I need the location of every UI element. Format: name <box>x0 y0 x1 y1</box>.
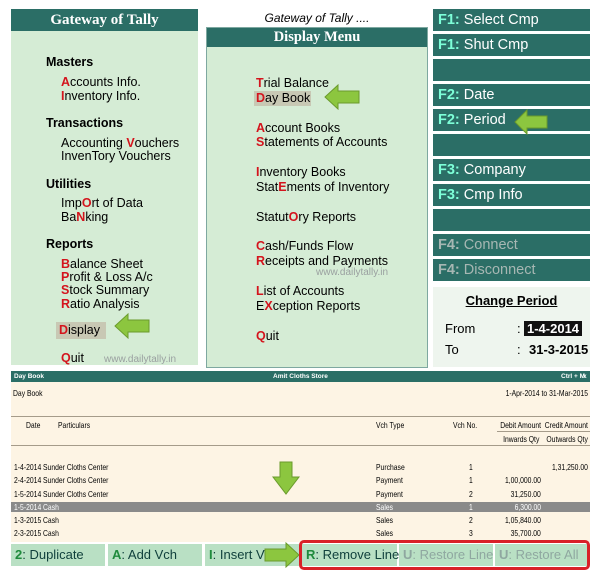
menu-list-of-accounts[interactable]: List of Accounts <box>256 284 344 298</box>
from-colon: : <box>517 321 521 336</box>
menu-balance-sheet[interactable]: Balance Sheet <box>61 257 143 271</box>
change-period-panel: Change Period From : 1-4-2014 To : 31-3-… <box>433 287 590 367</box>
company-info-button[interactable]: F3: Cmp Info <box>433 184 590 206</box>
blank-button <box>433 209 590 231</box>
date-button[interactable]: F2: Date <box>433 84 590 106</box>
col-particulars: Particulars <box>58 420 91 430</box>
divider <box>11 445 590 446</box>
divider <box>497 431 590 432</box>
menu-exception-reports[interactable]: EXception Reports <box>256 299 360 313</box>
col-vch-no: Vch No. <box>453 420 478 430</box>
from-date-field[interactable]: 1-4-2014 <box>524 321 583 336</box>
reports-heading: Reports <box>46 237 94 251</box>
display-menu-panel: Display Menu Trial Balance Day Book Acco… <box>206 27 428 368</box>
menu-statements-of-inventory[interactable]: StatEments of Inventory <box>256 180 389 194</box>
from-label: From <box>445 321 476 336</box>
masters-heading: Masters <box>46 55 94 69</box>
menu-inventory-info[interactable]: Inventory Info. <box>61 89 140 103</box>
menu-stock-summary[interactable]: Stock Summary <box>61 283 149 297</box>
utilities-heading: Utilities <box>46 177 92 191</box>
menu-profit-loss[interactable]: Profit & Loss A/c <box>61 270 153 284</box>
arrow-right-icon <box>264 542 300 568</box>
disconnect-button[interactable]: F4: Disconnect <box>433 259 590 281</box>
col-inwards-qty: Inwards Qty <box>502 434 539 444</box>
duplicate-button[interactable]: 2: Duplicate <box>11 544 105 566</box>
to-label: To <box>445 342 459 357</box>
menu-account-books[interactable]: Account Books <box>256 121 340 135</box>
menu-display[interactable]: Display <box>59 323 100 337</box>
col-outwards-qty: Outwards Qty <box>546 434 588 444</box>
col-date: Date <box>26 420 41 430</box>
transactions-heading: Transactions <box>46 116 124 130</box>
menu-ratio-analysis[interactable]: Ratio Analysis <box>61 297 140 311</box>
display-menu-header: Gateway of Tally .... <box>264 11 370 25</box>
menu-import-of-data[interactable]: ImpOrt of Data <box>61 196 143 210</box>
change-period-title: Change Period <box>465 293 558 308</box>
watermark: www.dailytally.in <box>104 354 177 365</box>
watermark: www.dailytally.in <box>316 267 389 278</box>
shortcut-label: Ctrl + M <box>561 373 586 380</box>
menu-quit[interactable]: Quit <box>61 351 84 365</box>
arrow-left-icon <box>324 84 360 110</box>
gateway-panel: Gateway of Tally Masters Accounts Info. … <box>11 9 198 365</box>
menu-accounts-info[interactable]: Accounts Info. <box>61 75 141 89</box>
shut-company-button[interactable]: F1: Shut Cmp <box>433 34 590 56</box>
menu-inventory-books[interactable]: Inventory Books <box>256 165 346 179</box>
daybook-report: Day Book 1-Apr-2014 to 31-Mar-2015 Date … <box>11 382 590 542</box>
to-colon: : <box>517 342 521 357</box>
to-date-field[interactable]: 31-3-2015 <box>529 342 588 357</box>
daybook-bar-title: Day Book <box>14 373 44 380</box>
company-button[interactable]: F3: Company <box>433 159 590 181</box>
menu-inventory-vouchers[interactable]: InvenTory Vouchers <box>61 149 171 163</box>
connect-button[interactable]: F4: Connect <box>433 234 590 256</box>
daybook-title: Day Book <box>13 388 43 398</box>
menu-statements-of-accounts[interactable]: Statements of Accounts <box>256 135 387 149</box>
menu-banking[interactable]: BaNking <box>61 210 108 224</box>
col-credit: Credit Amount <box>544 420 588 430</box>
blank-button <box>433 134 590 156</box>
arrow-down-icon <box>272 461 300 495</box>
add-voucher-button[interactable]: A: Add Vch <box>108 544 202 566</box>
period-button[interactable]: F2: Period <box>433 109 590 131</box>
col-vch-type: Vch Type <box>376 420 405 430</box>
menu-accounting-vouchers[interactable]: Accounting Vouchers <box>61 136 179 150</box>
menu-day-book[interactable]: Day Book <box>256 91 310 105</box>
close-icon[interactable]: x <box>583 371 587 382</box>
menu-display-quit[interactable]: Quit <box>256 329 279 343</box>
divider <box>11 416 590 417</box>
menu-receipts-and-payments[interactable]: Receipts and Payments <box>256 254 388 268</box>
company-name: Amit Cloths Store <box>273 373 328 380</box>
blank-button <box>433 59 590 81</box>
arrow-left-icon <box>514 109 548 135</box>
daybook-title-bar: Day Book Amit Cloths Store Ctrl + M x <box>11 371 590 382</box>
daybook-period: 1-Apr-2014 to 31-Mar-2015 <box>505 388 588 398</box>
col-debit: Debit Amount <box>500 420 541 430</box>
select-company-button[interactable]: F1: Select Cmp <box>433 9 590 31</box>
menu-cash-funds-flow[interactable]: Cash/Funds Flow <box>256 239 353 253</box>
selected-row-highlight <box>11 502 590 512</box>
arrow-left-icon <box>114 313 150 339</box>
gateway-title: Gateway of Tally <box>11 9 198 31</box>
menu-trial-balance[interactable]: Trial Balance <box>256 76 329 90</box>
menu-statutory-reports[interactable]: StatutOry Reports <box>256 210 356 224</box>
highlight-box <box>299 540 590 570</box>
display-menu-title: Display Menu <box>207 28 427 47</box>
